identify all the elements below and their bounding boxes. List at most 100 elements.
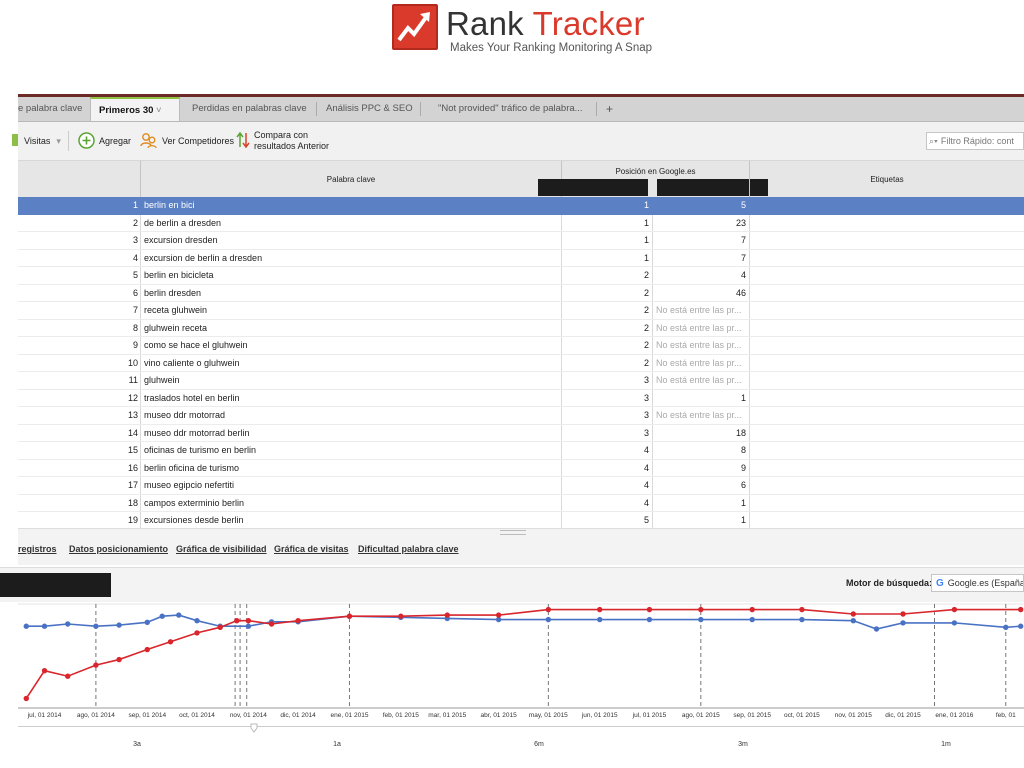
- data-point[interactable]: [900, 611, 906, 617]
- data-point[interactable]: [245, 623, 252, 629]
- data-point[interactable]: [144, 619, 150, 626]
- data-point[interactable]: [749, 616, 755, 623]
- column-header-position[interactable]: Posición en Google.es: [562, 167, 749, 176]
- keyword-cell: berlin dresden: [144, 287, 202, 298]
- table-row[interactable]: 13 museo ddr motorrad 3 No está entre las p…: [18, 407, 1024, 425]
- tab-perdidas[interactable]: Perdidas en palabras clave: [184, 97, 315, 121]
- data-point[interactable]: [749, 606, 755, 613]
- data-point[interactable]: [41, 623, 48, 629]
- tab-not-provided[interactable]: "Not provided" tráfico de palabra...: [430, 97, 591, 121]
- table-row[interactable]: 9 como se hace el gluhwein 2 No está entre …: [18, 337, 1024, 355]
- data-point[interactable]: [951, 620, 958, 626]
- tab-registros[interactable]: registros: [18, 544, 57, 554]
- range-slider-track[interactable]: [18, 726, 1024, 727]
- data-point[interactable]: [799, 606, 805, 613]
- table-row[interactable]: 6 berlin dresden 2 46: [18, 285, 1024, 302]
- table-row[interactable]: 10 vino caliente o gluhwein 2 No está entre…: [18, 355, 1024, 372]
- tab-dropdown-icon[interactable]: ˅: [156, 105, 162, 116]
- pane-splitter[interactable]: [18, 528, 1024, 537]
- add-tab-button[interactable]: +: [598, 97, 621, 121]
- data-point[interactable]: [900, 620, 906, 626]
- data-point[interactable]: [346, 613, 353, 619]
- data-point[interactable]: [295, 617, 301, 624]
- data-point[interactable]: [1017, 606, 1024, 613]
- tab-palabra-clave[interactable]: e palabra clave: [10, 97, 90, 121]
- data-point[interactable]: [545, 616, 552, 623]
- visitas-button[interactable]: Visitas ▾: [12, 122, 61, 160]
- agregar-button[interactable]: Agregar: [78, 122, 131, 160]
- data-point[interactable]: [23, 695, 29, 702]
- table-row[interactable]: 17 museo egipcio nefertiti 4 6: [18, 477, 1024, 495]
- data-point[interactable]: [597, 616, 603, 623]
- range-button[interactable]: 6m: [534, 741, 544, 748]
- data-point[interactable]: [116, 656, 122, 663]
- column-header-keyword[interactable]: Palabra clave: [141, 175, 561, 184]
- data-point[interactable]: [65, 673, 71, 679]
- tab-dificultad[interactable]: Dificultad palabra clave: [358, 544, 459, 554]
- table-row[interactable]: 1 berlin en bici 1 5: [18, 197, 1024, 215]
- data-point[interactable]: [93, 662, 99, 668]
- table-row[interactable]: 3 excursion dresden 1 7: [18, 232, 1024, 250]
- data-point[interactable]: [398, 613, 404, 619]
- data-point[interactable]: [268, 621, 275, 627]
- range-button[interactable]: 3m: [738, 741, 748, 748]
- table-row[interactable]: 11 gluhwein 3 No está entre las pr...: [18, 372, 1024, 390]
- data-point[interactable]: [93, 623, 99, 629]
- data-point[interactable]: [1003, 624, 1009, 631]
- compara-anterior-button[interactable]: Compara con resultados Anterior: [236, 122, 329, 160]
- range-button[interactable]: 1a: [333, 741, 341, 748]
- data-point[interactable]: [850, 611, 856, 617]
- tab-grafica-visibilidad[interactable]: Gráfica de visibilidad: [176, 544, 267, 554]
- tab-analisis-ppc[interactable]: Análisis PPC & SEO: [318, 97, 421, 121]
- data-point[interactable]: [698, 616, 704, 623]
- data-point[interactable]: [495, 612, 502, 618]
- data-point[interactable]: [116, 622, 122, 628]
- ranking-history-chart[interactable]: jul, 01 2014 ago, 01 2014 sep, 01 2014 oct,…: [18, 602, 1024, 752]
- data-point[interactable]: [951, 606, 958, 613]
- row-number: 15: [127, 445, 138, 455]
- table-row[interactable]: 19 excursiones desde berlin 5 1: [18, 512, 1024, 530]
- data-point[interactable]: [41, 667, 48, 674]
- data-point[interactable]: [850, 617, 856, 624]
- range-button[interactable]: 1m: [941, 741, 951, 748]
- table-row[interactable]: 16 berlin oficina de turismo 4 9: [18, 460, 1024, 477]
- range-slider-handle[interactable]: [250, 723, 258, 733]
- table-row[interactable]: 5 berlin en bicicleta 2 4: [18, 267, 1024, 285]
- search-engine-select[interactable]: G Google.es (España: [931, 574, 1024, 592]
- data-point[interactable]: [873, 626, 880, 632]
- data-point[interactable]: [444, 612, 450, 618]
- table-row[interactable]: 7 receta gluhwein 2 No está entre las pr...: [18, 302, 1024, 320]
- data-point[interactable]: [65, 621, 71, 627]
- data-point[interactable]: [234, 617, 240, 624]
- tab-datos-posicionamiento[interactable]: Datos posicionamiento: [69, 544, 168, 554]
- quick-filter-input[interactable]: ⌕▾ Filtro Rápido: cont: [926, 132, 1024, 150]
- table-row[interactable]: 14 museo ddr motorrad berlin 3 18: [18, 425, 1024, 442]
- data-point[interactable]: [217, 624, 223, 631]
- data-point[interactable]: [167, 639, 174, 645]
- data-point[interactable]: [597, 606, 603, 613]
- data-point[interactable]: [23, 623, 29, 629]
- range-button[interactable]: 3a: [133, 741, 141, 748]
- table-row[interactable]: 18 campos exterminio berlin 4 1: [18, 495, 1024, 512]
- data-point[interactable]: [799, 616, 805, 623]
- table-row[interactable]: 2 de berlin a dresden 1 23: [18, 215, 1024, 232]
- table-row[interactable]: 8 gluhwein receta 2 No está entre las pr...: [18, 320, 1024, 337]
- data-point[interactable]: [194, 617, 200, 624]
- ver-competidores-button[interactable]: Ver Competidores: [140, 122, 234, 160]
- data-point[interactable]: [646, 606, 653, 613]
- table-row[interactable]: 4 excursion de berlin a dresden 1 7: [18, 250, 1024, 267]
- table-row[interactable]: 12 traslados hotel en berlin 3 1: [18, 390, 1024, 407]
- data-point[interactable]: [646, 616, 653, 623]
- column-header-tags[interactable]: Etiquetas: [750, 175, 1024, 184]
- tab-primeros-30[interactable]: Primeros 30 ˅: [90, 97, 180, 121]
- data-point[interactable]: [159, 613, 165, 619]
- data-point[interactable]: [545, 606, 552, 613]
- data-point[interactable]: [194, 630, 200, 636]
- data-point[interactable]: [1017, 623, 1024, 629]
- data-point[interactable]: [698, 606, 704, 613]
- data-point[interactable]: [245, 617, 252, 624]
- table-row[interactable]: 15 oficinas de turismo en berlin 4 8: [18, 442, 1024, 460]
- data-point[interactable]: [176, 612, 182, 618]
- data-point[interactable]: [144, 646, 150, 653]
- tab-grafica-visitas[interactable]: Gráfica de visitas: [274, 544, 349, 554]
